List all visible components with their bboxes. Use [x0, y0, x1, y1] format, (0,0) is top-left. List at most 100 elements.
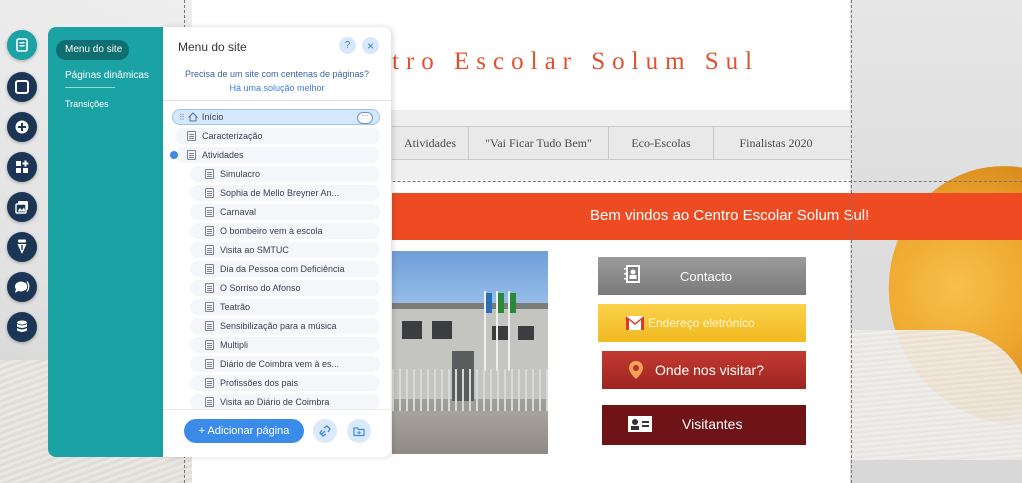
add-apps-icon[interactable] — [7, 152, 37, 182]
gmail-icon — [626, 316, 644, 330]
add-icon[interactable] — [7, 112, 37, 142]
editor-left-toolbar — [0, 26, 48, 356]
sidebar-item-transicoes[interactable]: Transições — [65, 99, 109, 109]
photo-window — [518, 326, 534, 340]
nav-item-eco-escolas[interactable]: Eco-Escolas — [609, 127, 714, 159]
subpage-item[interactable]: Simulacro — [190, 166, 380, 182]
book-pages-image — [850, 330, 1022, 460]
school-photo[interactable] — [392, 251, 548, 454]
page-label: Sophia de Mello Breyner An... — [220, 188, 340, 198]
page-label: Profissões dos pais — [220, 378, 299, 388]
contact-button[interactable]: Contacto — [598, 257, 806, 295]
background-right — [850, 0, 1022, 483]
site-nav: Atividades "Vai Ficar Tudo Bem" Eco-Esco… — [392, 126, 850, 160]
contact-book-icon — [624, 264, 642, 284]
photo-flag — [510, 293, 516, 313]
page-icon — [205, 264, 214, 274]
sidebar-item-menu-do-site[interactable]: Menu do site — [56, 40, 129, 60]
expand-toggle-icon[interactable] — [170, 151, 178, 159]
add-link-icon[interactable] — [313, 419, 337, 443]
photo-ground — [392, 411, 548, 454]
welcome-banner: Bem vindos ao Centro Escolar Solum Sul! — [392, 193, 1022, 240]
page-icon — [205, 359, 214, 369]
photo-window — [432, 321, 452, 339]
more-options-icon[interactable]: ··· — [357, 112, 373, 124]
pages-menu-icon[interactable] — [7, 30, 37, 60]
blog-pen-icon[interactable] — [7, 232, 37, 262]
page-label: Início — [201, 112, 224, 122]
sidebar-item-label: Menu do site — [65, 44, 123, 55]
panel-divider — [163, 100, 391, 101]
database-icon[interactable] — [7, 312, 37, 342]
page-label: Diário de Coimbra vem à es... — [220, 359, 340, 369]
page-icon — [205, 378, 214, 388]
subpage-item[interactable]: Diário de Coimbra vem à es... — [190, 356, 380, 372]
email-label: Endereço eletrónico — [648, 316, 755, 330]
sidebar-item-paginas-dinamicas[interactable]: Páginas dinâmicas — [65, 70, 149, 81]
page-icon — [205, 397, 214, 407]
chat-icon[interactable] — [7, 272, 37, 302]
page-label: Caracterização — [202, 131, 263, 141]
close-icon[interactable]: × — [362, 37, 379, 54]
page-label: Simulacro — [220, 169, 261, 179]
page-label: Atividades — [202, 150, 244, 160]
subpage-item[interactable]: O Sorriso do Afonso — [190, 280, 380, 296]
page-label: Teatrão — [220, 302, 251, 312]
nav-item-atividades[interactable]: Atividades — [392, 127, 469, 159]
add-page-button[interactable]: + Adicionar página — [184, 419, 304, 443]
subpage-item[interactable]: Sophia de Mello Breyner An... — [190, 185, 380, 201]
visitors-card-icon — [628, 414, 652, 434]
home-icon — [187, 112, 198, 122]
subpage-item[interactable]: O bombeiro vem à escola — [190, 223, 380, 239]
subpage-item[interactable]: Multipli — [190, 337, 380, 353]
subpage-item[interactable]: Profissões dos pais — [190, 375, 380, 391]
page-label: Carnaval — [220, 207, 257, 217]
page-icon — [205, 321, 214, 331]
page-label: Visita ao Diário de Coimbra — [220, 397, 330, 407]
nav-item-vai-ficar-tudo-bem[interactable]: "Vai Ficar Tudo Bem" — [469, 127, 609, 159]
email-button[interactable]: Endereço eletrónico — [598, 304, 806, 342]
page-label: Multipli — [220, 340, 249, 350]
visit-us-button[interactable]: Onde nos visitar? — [602, 351, 806, 389]
location-pin-icon — [629, 361, 643, 379]
photo-flag — [486, 293, 492, 313]
photo-flag — [498, 293, 504, 313]
page-icon — [205, 169, 214, 179]
add-folder-icon[interactable] — [347, 419, 371, 443]
subpage-item[interactable]: Visita ao Diário de Coimbra — [190, 394, 380, 410]
page-item[interactable]: Caracterização — [175, 128, 380, 144]
media-icon[interactable] — [7, 192, 37, 222]
info-text: Precisa de um site com centenas de págin… — [184, 69, 370, 79]
page-icon — [205, 302, 214, 312]
sidebar-divider — [65, 87, 115, 88]
page-item-inicio[interactable]: ⠿ Início ··· — [172, 109, 380, 125]
visitors-button[interactable]: Visitantes — [602, 405, 806, 445]
background-icon[interactable] — [7, 72, 37, 102]
subpage-item[interactable]: Carnaval — [190, 204, 380, 220]
page-icon — [205, 340, 214, 350]
contact-label: Contacto — [680, 269, 733, 284]
drag-handle-icon[interactable]: ⠿ — [179, 113, 185, 122]
visit-us-label: Onde nos visitar? — [655, 362, 764, 378]
page-label: Dia da Pessoa com Deficiência — [220, 264, 345, 274]
subpage-item[interactable]: Teatrão — [190, 299, 380, 315]
visitors-label: Visitantes — [682, 416, 743, 432]
page-icon — [205, 283, 214, 293]
help-icon[interactable]: ? — [339, 37, 356, 54]
subpage-item[interactable]: Dia da Pessoa com Deficiência — [190, 261, 380, 277]
subpage-item[interactable]: Sensibilização para a música — [190, 318, 380, 334]
photo-window — [402, 321, 422, 339]
subpage-item[interactable]: Visita ao SMTUC — [190, 242, 380, 258]
info-link[interactable]: Há uma solução melhor — [163, 83, 391, 93]
page-label: Sensibilização para a música — [220, 321, 337, 331]
welcome-text: Bem vindos ao Centro Escolar Solum Sul! — [590, 207, 870, 224]
page-item[interactable]: Atividades — [175, 147, 380, 163]
page-label: Visita ao SMTUC — [220, 245, 289, 255]
site-menu-panel: Menu do site ? × Precisa de um site com … — [163, 27, 391, 457]
nav-item-finalistas-2020[interactable]: Finalistas 2020 — [714, 127, 838, 159]
page-icon — [205, 226, 214, 236]
site-title: tro Escolar Solum Sul — [392, 48, 760, 75]
panel-title: Menu do site — [178, 40, 247, 54]
site-menu-sidebar: Menu do site Páginas dinâmicas Transiçõe… — [48, 27, 168, 457]
page-icon — [205, 188, 214, 198]
